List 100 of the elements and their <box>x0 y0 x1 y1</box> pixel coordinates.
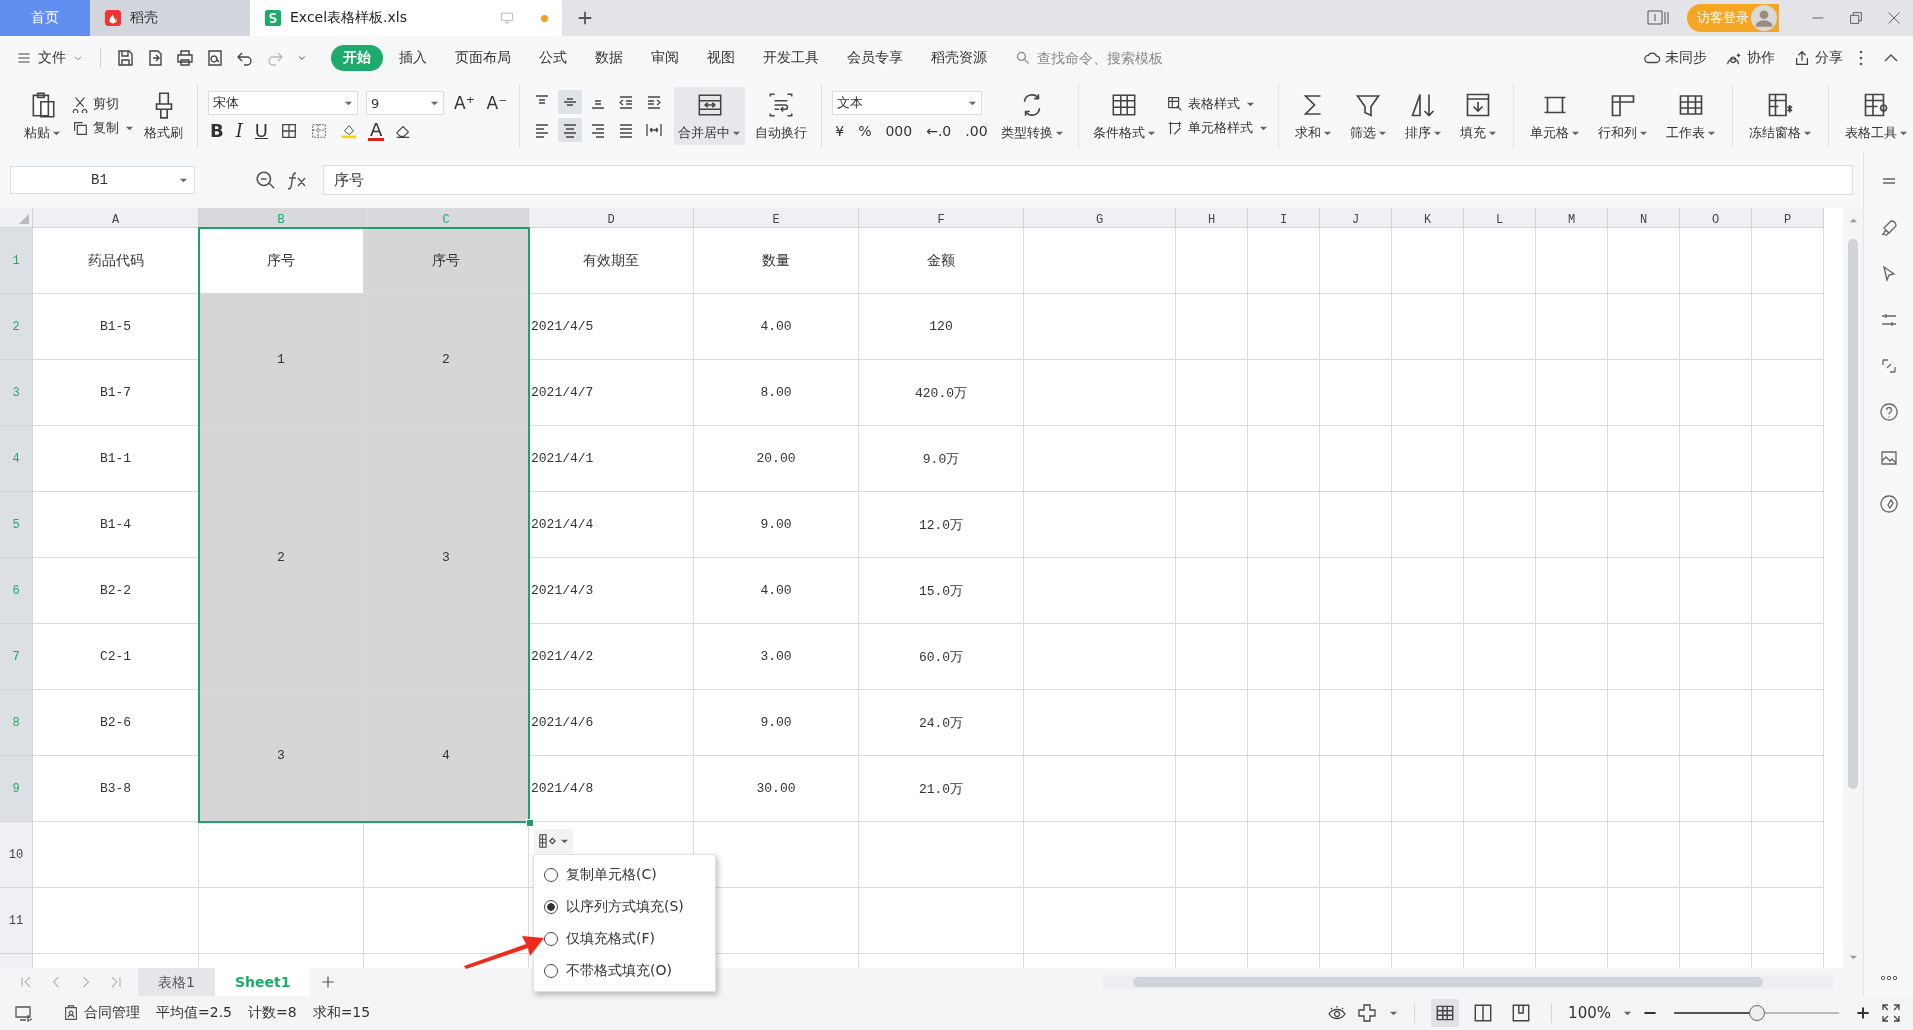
zoom-level[interactable]: 100% <box>1568 1004 1611 1022</box>
slider-thumb[interactable] <box>1748 1005 1765 1021</box>
zoom-in-icon[interactable] <box>1855 1005 1871 1021</box>
column-header[interactable]: G <box>1024 208 1176 228</box>
ribbon-tab[interactable]: 视图 <box>695 45 747 71</box>
wrap-text-button[interactable]: 自动换行 <box>751 87 812 145</box>
ribbon-tab[interactable]: 页面布局 <box>443 45 523 71</box>
add-sheet-icon[interactable] <box>320 974 337 990</box>
table-style-button[interactable]: 表格样式 <box>1165 95 1268 113</box>
name-box[interactable]: B1 <box>10 166 195 194</box>
ribbon-tool-button[interactable]: 工作表 <box>1659 87 1722 145</box>
display-icon[interactable] <box>14 1003 34 1023</box>
number-format-button[interactable]: % <box>855 121 875 141</box>
image-icon[interactable] <box>1878 448 1899 468</box>
copy-button[interactable]: 复制 <box>71 119 134 137</box>
print-icon[interactable] <box>175 48 195 68</box>
document-tab[interactable]: 稻壳 <box>90 0 250 36</box>
ribbon-tab[interactable]: 公式 <box>527 45 579 71</box>
compass-icon[interactable] <box>1878 494 1899 514</box>
column-header[interactable]: L <box>1464 208 1536 228</box>
column-header[interactable]: D <box>529 208 694 228</box>
align-icon[interactable] <box>558 118 583 142</box>
shrink-font-button[interactable]: A⁻ <box>484 93 510 113</box>
save-icon[interactable] <box>115 48 135 68</box>
table-tools-button[interactable]: 表格工具 <box>1838 87 1913 145</box>
file-menu[interactable]: 文件 <box>16 49 84 67</box>
ribbon-tool-button[interactable]: 求和 <box>1288 87 1338 145</box>
conditional-format-button[interactable]: 条件格式 <box>1088 87 1160 145</box>
sheet-tab[interactable]: 表格1 <box>138 968 215 996</box>
toolbar-action[interactable]: 分享 <box>1793 49 1843 67</box>
preview-icon[interactable] <box>205 48 225 68</box>
fill-option[interactable]: 以序列方式填充(S) <box>534 891 715 923</box>
ribbon-tool-button[interactable]: 单元格 <box>1523 87 1586 145</box>
horizontal-scrollbar[interactable] <box>1103 975 1833 989</box>
row-header[interactable]: 11 <box>0 888 33 954</box>
scroll-down-icon[interactable] <box>1848 953 1858 962</box>
fill-option[interactable]: 复制单元格(C) <box>534 859 715 891</box>
help-icon[interactable] <box>1878 402 1899 422</box>
number-format-button[interactable]: .00 <box>962 121 991 141</box>
normal-view-icon[interactable] <box>1431 999 1460 1027</box>
column-header[interactable]: M <box>1536 208 1608 228</box>
align-icon[interactable] <box>558 90 583 114</box>
column-header[interactable]: A <box>33 208 199 228</box>
toolbar-action[interactable]: 协作 <box>1725 49 1775 67</box>
merge-center-button[interactable]: 合并居中 <box>674 87 746 145</box>
search-field[interactable]: 查找命令、搜索模板 <box>1015 49 1255 67</box>
cell-format-icon[interactable] <box>310 122 329 140</box>
new-tab-icon[interactable] <box>576 9 594 27</box>
number-format-button[interactable]: ←.0 <box>923 121 955 141</box>
ribbon-tool-button[interactable]: 排序 <box>1398 87 1448 145</box>
italic-button[interactable]: I <box>233 121 245 141</box>
restore-icon[interactable] <box>1847 9 1865 27</box>
font-color-button[interactable]: A <box>368 121 385 141</box>
toolbar-action[interactable]: 未同步 <box>1643 49 1707 67</box>
freeze-panes-button[interactable]: 冻结窗格 <box>1742 87 1818 145</box>
ribbon-tab[interactable]: 数据 <box>583 45 635 71</box>
border-icon[interactable] <box>280 122 299 140</box>
font-name-field[interactable]: 宋体 <box>208 91 358 115</box>
cell-style-button[interactable]: 单元格样式 <box>1165 119 1268 137</box>
format-painter-button[interactable]: 格式刷 <box>140 87 187 145</box>
document-tab[interactable]: Excel表格样板.xls <box>250 0 562 36</box>
radio-button[interactable] <box>544 900 558 914</box>
ribbon-tab[interactable]: 稻壳资源 <box>919 45 999 71</box>
fill-handle[interactable] <box>526 819 534 827</box>
column-header[interactable]: E <box>694 208 859 228</box>
column-header[interactable]: O <box>1680 208 1752 228</box>
column-header[interactable]: K <box>1392 208 1464 228</box>
fullscreen-icon[interactable] <box>1881 1003 1901 1023</box>
zoom-slider[interactable] <box>1674 1004 1839 1022</box>
autofill-options-button[interactable] <box>534 829 573 853</box>
type-convert-button[interactable]: 类型转换 <box>996 87 1068 145</box>
ribbon-tab[interactable]: 会员专享 <box>835 45 915 71</box>
paste-button[interactable]: 粘贴 <box>20 87 65 145</box>
number-format-field[interactable]: 文本 <box>832 91 983 115</box>
ribbon-tab[interactable]: 审阅 <box>639 45 691 71</box>
fill-option[interactable]: 不带格式填充(O) <box>534 955 715 987</box>
column-header[interactable]: J <box>1320 208 1392 228</box>
grow-font-button[interactable]: A⁺ <box>452 93 477 113</box>
ribbon-tab[interactable]: 插入 <box>387 45 439 71</box>
ribbon-tab[interactable]: 开发工具 <box>751 45 831 71</box>
column-header[interactable]: H <box>1176 208 1248 228</box>
column-header[interactable]: N <box>1608 208 1680 228</box>
ribbon-tool-button[interactable]: 筛选 <box>1343 87 1393 145</box>
column-header[interactable]: I <box>1248 208 1320 228</box>
cross-icon[interactable] <box>1357 1003 1378 1023</box>
ribbon-tool-button[interactable]: 填充 <box>1453 87 1503 145</box>
number-format-button[interactable]: 000 <box>882 121 916 141</box>
column-header[interactable]: P <box>1752 208 1824 228</box>
number-format-button[interactable]: ¥ <box>832 121 848 141</box>
zoom-icon[interactable] <box>255 169 277 191</box>
column-header[interactable]: F <box>859 208 1024 228</box>
formula-field[interactable]: 序号 <box>323 165 1853 195</box>
underline-button[interactable]: U <box>252 121 271 141</box>
ribbon-tool-button[interactable]: 行和列 <box>1591 87 1654 145</box>
bold-button[interactable]: B <box>208 121 226 141</box>
scroll-up-icon[interactable] <box>1848 216 1858 225</box>
fill-option[interactable]: 仅填充格式(F) <box>534 923 715 955</box>
cut-button[interactable]: 剪切 <box>71 95 134 113</box>
row-header[interactable]: 10 <box>0 822 33 888</box>
fill-color-icon[interactable] <box>340 122 359 140</box>
